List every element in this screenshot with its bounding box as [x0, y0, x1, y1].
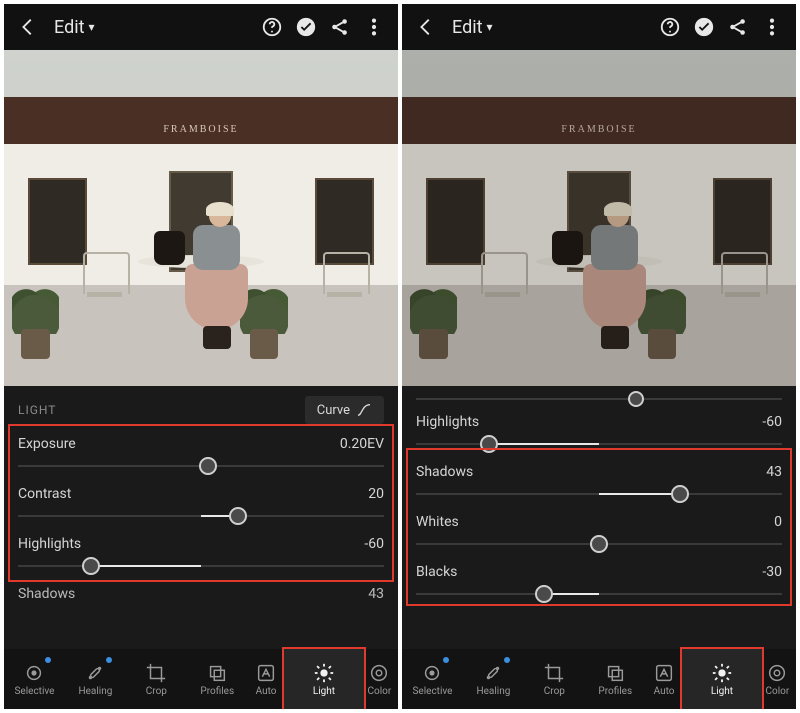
more-icon[interactable] [758, 13, 786, 41]
blacks-label: Blacks [416, 564, 457, 580]
tool-light[interactable]: Light [284, 649, 363, 709]
shadows-knob[interactable] [671, 485, 689, 503]
highlights-knob[interactable] [82, 557, 100, 575]
highlights-value: -60 [762, 414, 782, 430]
tool-healing[interactable]: Healing [463, 649, 524, 709]
whites-label: Whites [416, 514, 459, 530]
exposure-slider[interactable]: Exposure 0.20EV [18, 432, 384, 482]
tool-selective[interactable]: Selective [4, 649, 65, 709]
back-icon[interactable] [14, 13, 42, 41]
screenshot-right: Edit ▾ FRAMBOISE [402, 4, 796, 709]
exposure-knob[interactable] [199, 457, 217, 475]
light-panel: LIGHT Curve Exposure 0.20EV [4, 386, 398, 709]
highlights-value: -60 [364, 536, 384, 552]
share-icon[interactable] [724, 13, 752, 41]
tool-strip: Selective Healing Crop Profiles A [4, 649, 398, 709]
photo-preview[interactable]: FRAMBOISE [402, 50, 796, 386]
blacks-slider[interactable]: Blacks -30 [416, 560, 782, 610]
share-icon[interactable] [326, 13, 354, 41]
help-icon[interactable] [656, 13, 684, 41]
tool-light[interactable]: Light [682, 649, 761, 709]
curve-icon [356, 402, 372, 418]
tool-profiles[interactable]: Profiles [585, 649, 646, 709]
edit-indicator-dot [106, 657, 112, 663]
screenshot-left: Edit ▾ FRAMBOISE [4, 4, 398, 709]
tool-crop[interactable]: Crop [524, 649, 585, 709]
curve-button[interactable]: Curve [305, 396, 384, 424]
whites-value: 0 [774, 514, 782, 530]
tool-color[interactable]: Color [364, 649, 398, 709]
shadows-slider[interactable]: Shadows 43 [416, 460, 782, 510]
photo-sign-text: FRAMBOISE [163, 124, 238, 135]
highlights-label: Highlights [416, 414, 479, 430]
app-header: Edit ▾ [4, 4, 398, 50]
shadows-value: 43 [766, 464, 782, 480]
contrast-value: 20 [368, 486, 384, 502]
edit-label: Edit [452, 17, 482, 38]
photo-preview[interactable]: FRAMBOISE [4, 50, 398, 386]
whites-slider[interactable]: Whites 0 [416, 510, 782, 560]
edit-indicator-dot [504, 657, 510, 663]
edit-dropdown[interactable]: Edit ▾ [54, 17, 95, 38]
tool-selective[interactable]: Selective [402, 649, 463, 709]
curve-label: Curve [317, 403, 350, 418]
more-icon[interactable] [360, 13, 388, 41]
shadows-value: 43 [368, 586, 384, 602]
whites-knob[interactable] [590, 535, 608, 553]
confirm-icon[interactable] [292, 13, 320, 41]
highlights-slider[interactable]: Highlights -60 [416, 410, 782, 460]
help-icon[interactable] [258, 13, 286, 41]
tool-color[interactable]: Color [762, 649, 796, 709]
shadows-label: Shadows [416, 464, 473, 480]
caret-down-icon: ▾ [88, 20, 94, 34]
tool-strip: Selective Healing Crop Profiles A [402, 649, 796, 709]
shadows-slider-peek[interactable]: Shadows 43 [18, 582, 384, 612]
slider-peek-top[interactable] [416, 390, 782, 408]
edit-label: Edit [54, 17, 84, 38]
contrast-label: Contrast [18, 486, 71, 502]
panel-title: LIGHT [18, 403, 56, 417]
highlights-slider[interactable]: Highlights -60 [18, 532, 384, 582]
contrast-knob[interactable] [229, 507, 247, 525]
light-icon [313, 662, 335, 684]
tool-profiles[interactable]: Profiles [187, 649, 248, 709]
exposure-label: Exposure [18, 436, 76, 452]
blacks-value: -30 [762, 564, 782, 580]
photo-sign-text: FRAMBOISE [561, 124, 636, 135]
caret-down-icon: ▾ [486, 20, 492, 34]
back-icon[interactable] [412, 13, 440, 41]
confirm-icon[interactable] [690, 13, 718, 41]
tool-healing[interactable]: Healing [65, 649, 126, 709]
contrast-slider[interactable]: Contrast 20 [18, 482, 384, 532]
tool-auto[interactable]: Auto [646, 649, 683, 709]
tool-auto[interactable]: Auto [248, 649, 285, 709]
blacks-knob[interactable] [535, 585, 553, 603]
exposure-value: 0.20EV [340, 436, 384, 452]
shadows-label: Shadows [18, 586, 75, 602]
edit-indicator-dot [443, 657, 449, 663]
tool-crop[interactable]: Crop [126, 649, 187, 709]
light-icon [711, 662, 733, 684]
edit-indicator-dot [45, 657, 51, 663]
app-header: Edit ▾ [402, 4, 796, 50]
highlights-knob[interactable] [480, 435, 498, 453]
light-panel: Highlights -60 Shadows 43 [402, 386, 796, 709]
highlights-label: Highlights [18, 536, 81, 552]
edit-dropdown[interactable]: Edit ▾ [452, 17, 493, 38]
